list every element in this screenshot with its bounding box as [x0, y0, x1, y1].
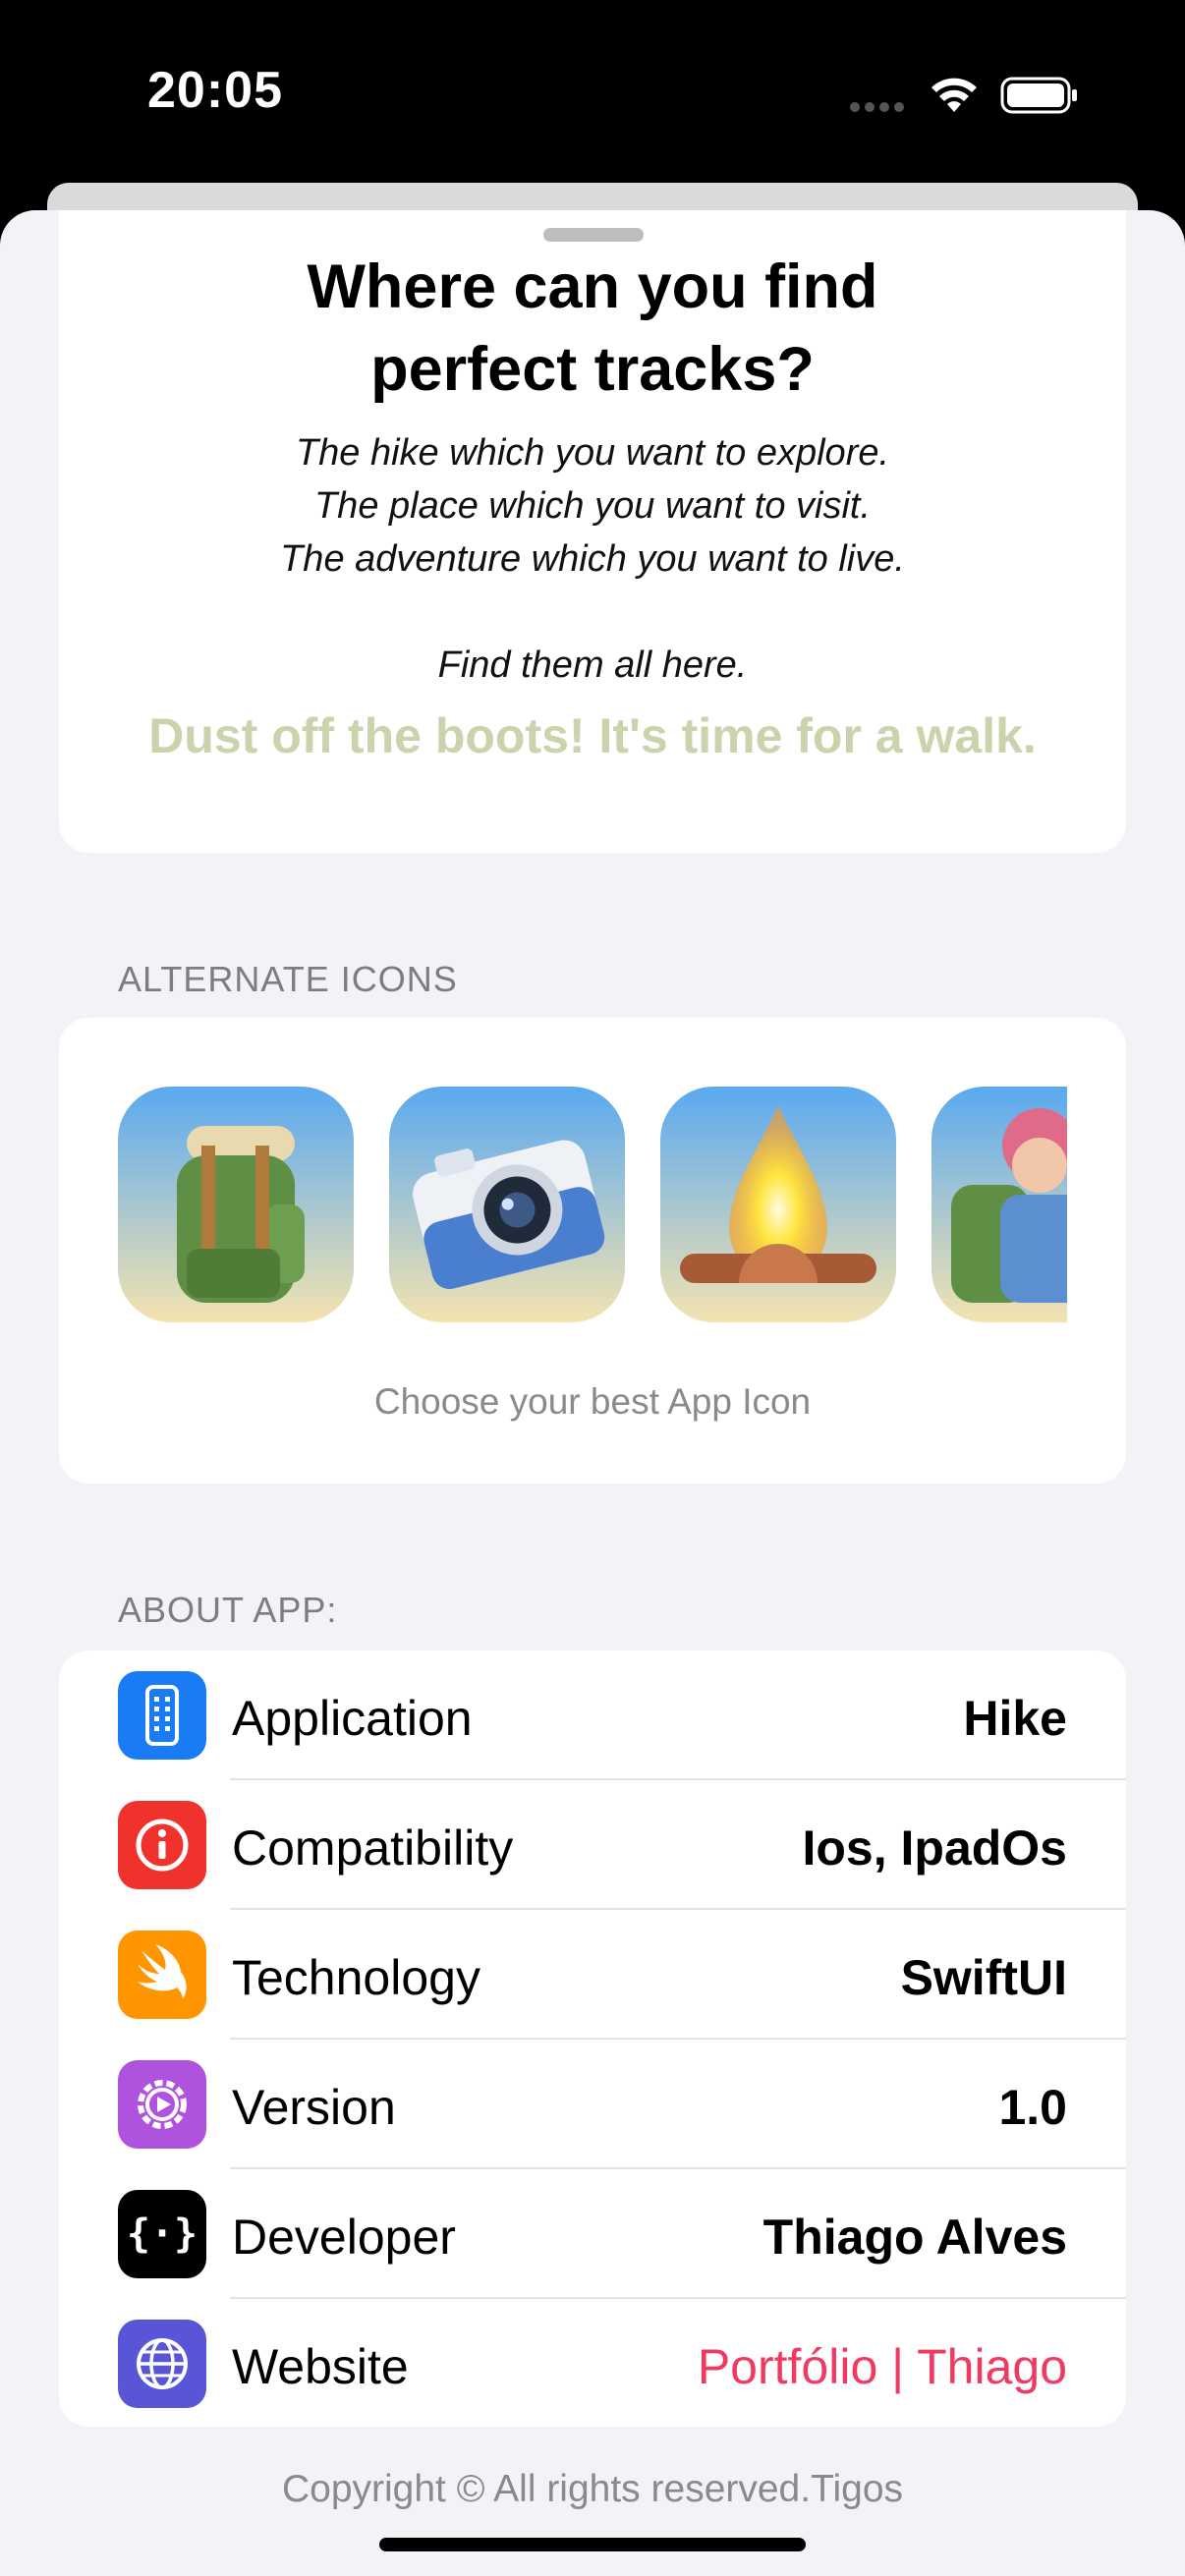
- globe-icon: [118, 2320, 206, 2408]
- status-time: 20:05: [147, 62, 283, 119]
- info-circle-icon: [118, 1801, 206, 1889]
- row-label: Website: [232, 2339, 409, 2394]
- row-value: Ios, IpadOs: [802, 1820, 1067, 1876]
- website-link[interactable]: Portfólio | Thiago: [698, 2338, 1067, 2395]
- hero-title: Where can you find perfect tracks?: [307, 252, 878, 404]
- icons-caption: Choose your best App Icon: [373, 1381, 812, 1422]
- sheet-grabber[interactable]: [543, 228, 644, 242]
- hero-card: Where can you find perfect tracks? The h…: [59, 210, 1126, 853]
- row-label: Application: [232, 1691, 473, 1746]
- about-row-website: Website Portfólio | Thiago: [59, 2299, 1126, 2427]
- swift-icon: [118, 1931, 206, 2019]
- cellular-signal-icon: [850, 102, 905, 112]
- about-row-technology: Technology SwiftUI: [59, 1910, 1126, 2040]
- ellipsis-curlybraces-icon: {·}: [118, 2190, 206, 2278]
- row-label: Version: [232, 2080, 396, 2135]
- about-row-developer: {·} Developer Thiago Alves: [59, 2169, 1126, 2299]
- backpack-icon[interactable]: [118, 1087, 354, 1322]
- status-bar: 20:05: [0, 0, 1185, 187]
- wifi-icon: [931, 78, 977, 112]
- row-value: Hike: [963, 1691, 1067, 1746]
- about-row-compatibility: Compatibility Ios, IpadOs: [59, 1780, 1126, 1910]
- row-label: Technology: [232, 1950, 480, 2005]
- copyright-text: Copyright © All rights reserved.Tigos: [281, 2468, 904, 2510]
- row-value: SwiftUI: [900, 1950, 1067, 2005]
- hiker-icon[interactable]: [931, 1087, 1067, 1322]
- battery-icon: [1000, 77, 1077, 114]
- home-indicator[interactable]: [379, 2538, 806, 2551]
- about-row-version: Version 1.0: [59, 2040, 1126, 2169]
- alternate-icons-card: Choose your best App Icon: [59, 1018, 1126, 1484]
- hero-description: The hike which you want to explore. The …: [280, 432, 905, 686]
- about-app-header: ABOUT APP:: [118, 1590, 338, 1630]
- apps-iphone-icon: [118, 1671, 206, 1760]
- about-app-card: Application Hike Compatibility Ios, Ipad…: [59, 1651, 1126, 2427]
- row-value: Thiago Alves: [762, 2210, 1067, 2265]
- camera-icon[interactable]: [389, 1087, 625, 1322]
- row-label: Compatibility: [232, 1820, 514, 1876]
- svg-text:{·}: {·}: [127, 2212, 198, 2257]
- campfire-icon[interactable]: [660, 1087, 896, 1322]
- gear-icon: [118, 2060, 206, 2149]
- about-row-application: Application Hike: [59, 1651, 1126, 1780]
- row-label: Developer: [232, 2210, 456, 2265]
- hero-tagline: Dust off the boots! It's time for a walk…: [148, 708, 1037, 763]
- alternate-icons-header: ALTERNATE ICONS: [118, 959, 458, 999]
- icon-carousel[interactable]: [118, 1087, 1067, 1322]
- row-value: 1.0: [998, 2080, 1067, 2135]
